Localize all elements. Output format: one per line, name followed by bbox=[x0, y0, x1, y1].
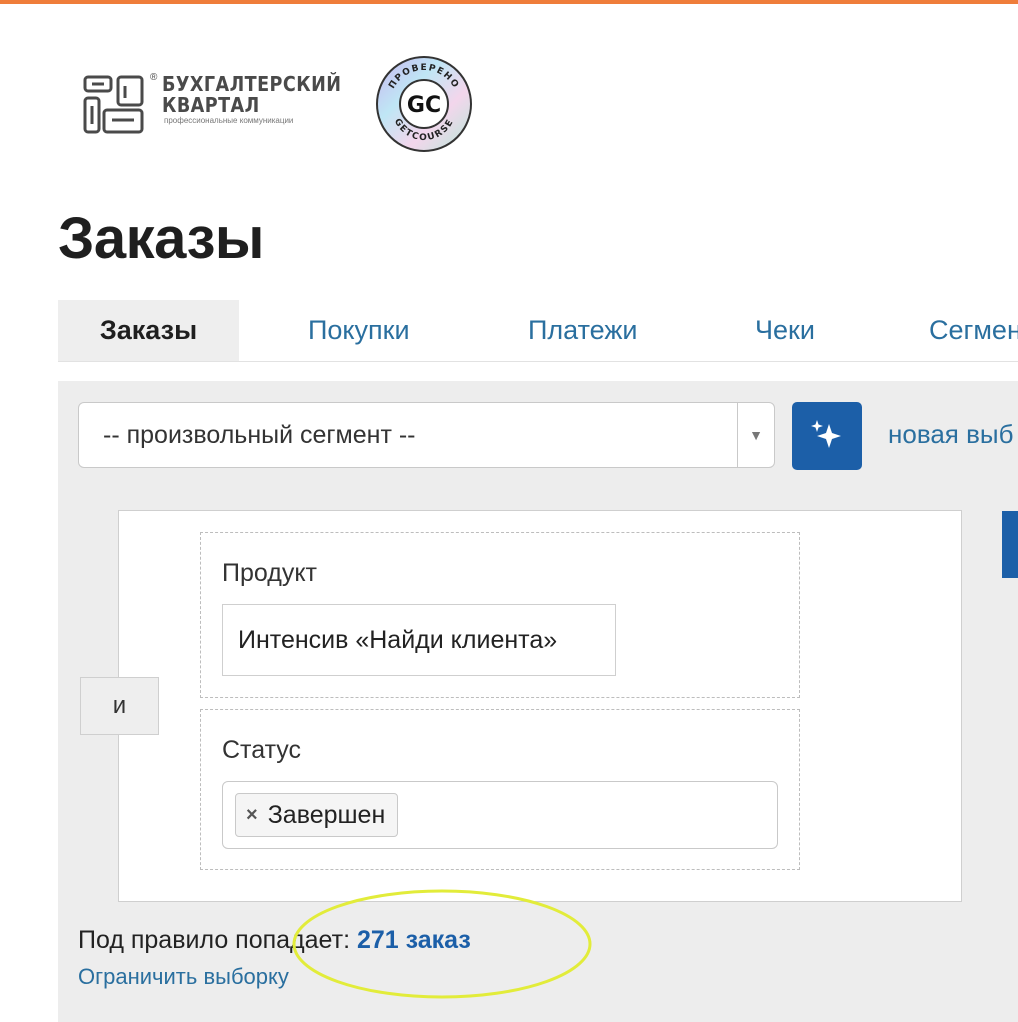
new-selection-link[interactable]: новая выб bbox=[888, 419, 1014, 450]
bk-logo-mark-icon bbox=[83, 75, 144, 134]
gc-center-text: GC bbox=[407, 93, 441, 118]
product-field[interactable]: Интенсив «Найди клиента» bbox=[222, 604, 616, 676]
bk-logo: ® БУХГАЛТЕРСКИЙ КВАРТАЛ профессиональные… bbox=[82, 72, 342, 142]
segment-select-value: -- произвольный сегмент -- bbox=[103, 421, 416, 449]
bk-registered-mark: ® bbox=[150, 72, 158, 83]
segment-select[interactable]: -- произвольный сегмент -- ▼ bbox=[78, 402, 775, 468]
tab-orders[interactable]: Заказы bbox=[58, 300, 239, 361]
condition-product: Продукт Интенсив «Найди клиента» bbox=[200, 532, 800, 698]
magic-segment-button[interactable] bbox=[792, 402, 862, 470]
bk-logo-line2: КВАРТАЛ bbox=[162, 93, 260, 117]
status-chip-label: Завершен bbox=[267, 800, 386, 829]
chevron-down-icon[interactable]: ▼ bbox=[737, 403, 774, 467]
condition-label-status: Статус bbox=[222, 736, 302, 764]
highlight-ellipse bbox=[292, 889, 592, 999]
tab-receipts[interactable]: Чеки bbox=[755, 300, 815, 361]
tab-purchases[interactable]: Покупки bbox=[308, 300, 410, 361]
filter-panel: -- произвольный сегмент -- ▼ новая выб и… bbox=[58, 381, 1018, 1022]
remove-chip-icon[interactable]: × bbox=[246, 804, 258, 827]
bk-logo-subtitle: профессиональные коммуникации bbox=[164, 116, 294, 125]
tab-segments[interactable]: Сегмен bbox=[929, 300, 1018, 361]
limit-selection-link[interactable]: Ограничить выборку bbox=[78, 964, 289, 990]
and-operator-button[interactable]: и bbox=[80, 677, 159, 735]
tab-payments[interactable]: Платежи bbox=[528, 300, 638, 361]
tab-bar: Заказы Покупки Платежи Чеки Сегмен bbox=[58, 300, 1018, 362]
getcourse-verified-badge: ПРОВЕРЕНО GETCOURSE GC bbox=[374, 54, 474, 154]
condition-status: Статус × Завершен bbox=[200, 709, 800, 870]
condition-label-product: Продукт bbox=[222, 559, 317, 587]
status-chip: × Завершен bbox=[235, 793, 399, 837]
page-title: Заказы bbox=[58, 206, 264, 271]
apply-button-edge[interactable] bbox=[1002, 511, 1018, 578]
top-accent-bar bbox=[0, 0, 1018, 4]
status-multiselect[interactable]: × Завершен bbox=[222, 781, 778, 849]
sparkles-icon bbox=[811, 420, 841, 448]
